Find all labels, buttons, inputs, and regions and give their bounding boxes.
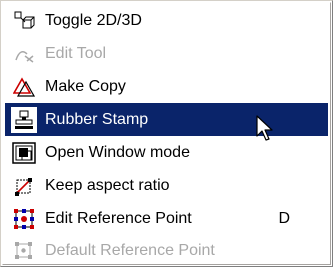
menu-item-label: Edit Reference Point (45, 209, 192, 227)
menu-item-open-window-mode[interactable]: Open Window mode (5, 136, 328, 169)
menu-item-label: Default Reference Point (45, 241, 215, 259)
edit-reference-point-icon (11, 206, 37, 232)
menu-item-label: Rubber Stamp (45, 110, 149, 128)
open-window-icon (11, 140, 37, 166)
menu-item-keep-aspect-ratio[interactable]: Keep aspect ratio (5, 169, 328, 202)
menu-item-label: Open Window mode (45, 143, 190, 161)
menu-item-label: Keep aspect ratio (45, 176, 170, 194)
toggle-2d3d-icon (11, 8, 37, 34)
context-menu: Toggle 2D/3D Edit Tool Make Copy Rubber … (0, 0, 333, 267)
menu-item-rubber-stamp[interactable]: Rubber Stamp (5, 103, 328, 136)
rubber-stamp-icon (11, 106, 37, 133)
menu-item-edit-reference-point[interactable]: Edit Reference Point D (5, 202, 328, 235)
make-copy-icon (11, 74, 37, 100)
menu-item-toggle-2d3d[interactable]: Toggle 2D/3D (5, 4, 328, 37)
menu-item-label: Edit Tool (45, 44, 107, 62)
menu-item-shortcut: D (278, 209, 290, 227)
edit-tool-icon (11, 41, 37, 67)
default-reference-point-icon (11, 238, 37, 264)
keep-aspect-ratio-icon (11, 173, 37, 199)
menu-item-edit-tool[interactable]: Edit Tool (5, 37, 328, 70)
menu-item-label: Toggle 2D/3D (45, 11, 142, 29)
mouse-cursor-icon (256, 115, 274, 148)
menu-item-default-reference-point[interactable]: Default Reference Point (5, 234, 328, 267)
menu-item-make-copy[interactable]: Make Copy (5, 70, 328, 103)
menu-item-label: Make Copy (45, 77, 126, 95)
